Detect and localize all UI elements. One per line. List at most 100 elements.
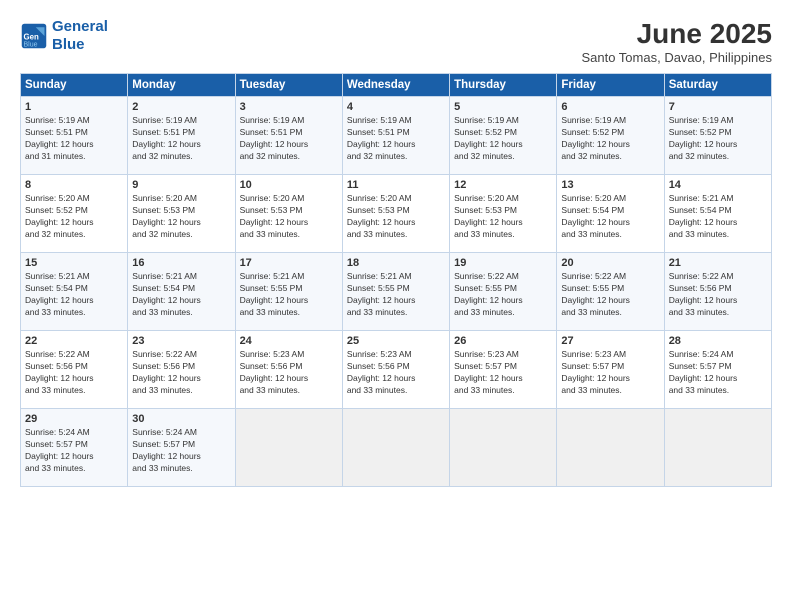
day-info-line: and 31 minutes.	[25, 151, 123, 163]
day-cell: 28Sunrise: 5:24 AMSunset: 5:57 PMDayligh…	[664, 331, 771, 409]
day-info-line: Daylight: 12 hours	[669, 295, 767, 307]
day-cell: 30Sunrise: 5:24 AMSunset: 5:57 PMDayligh…	[128, 409, 235, 487]
day-info-line: Daylight: 12 hours	[669, 139, 767, 151]
day-info-line: and 33 minutes.	[25, 307, 123, 319]
day-info-line: Daylight: 12 hours	[347, 373, 445, 385]
day-info-line: Sunset: 5:55 PM	[561, 283, 659, 295]
day-info-line: Sunset: 5:51 PM	[347, 127, 445, 139]
day-info-line: Sunset: 5:52 PM	[561, 127, 659, 139]
day-info-line: Sunrise: 5:21 AM	[132, 271, 230, 283]
day-info-line: Sunset: 5:55 PM	[347, 283, 445, 295]
day-info-line: Daylight: 12 hours	[454, 217, 552, 229]
logo: Gen Blue General Blue	[20, 18, 108, 54]
logo-text-blue: Blue	[52, 36, 108, 54]
week-row-5: 29Sunrise: 5:24 AMSunset: 5:57 PMDayligh…	[21, 409, 772, 487]
day-cell	[450, 409, 557, 487]
day-info-line: Daylight: 12 hours	[561, 217, 659, 229]
week-row-1: 1Sunrise: 5:19 AMSunset: 5:51 PMDaylight…	[21, 97, 772, 175]
day-info-line: Sunset: 5:51 PM	[240, 127, 338, 139]
day-cell: 24Sunrise: 5:23 AMSunset: 5:56 PMDayligh…	[235, 331, 342, 409]
day-info-line: Sunrise: 5:23 AM	[454, 349, 552, 361]
day-number: 14	[669, 179, 767, 191]
day-cell: 16Sunrise: 5:21 AMSunset: 5:54 PMDayligh…	[128, 253, 235, 331]
day-number: 27	[561, 335, 659, 347]
day-info-line: and 32 minutes.	[669, 151, 767, 163]
day-cell: 11Sunrise: 5:20 AMSunset: 5:53 PMDayligh…	[342, 175, 449, 253]
day-info-line: Daylight: 12 hours	[561, 139, 659, 151]
day-info-line: Sunset: 5:52 PM	[454, 127, 552, 139]
day-info-line: Daylight: 12 hours	[25, 295, 123, 307]
day-info-line: Sunrise: 5:19 AM	[25, 115, 123, 127]
day-info-line: Sunset: 5:52 PM	[25, 205, 123, 217]
day-info-line: Daylight: 12 hours	[25, 373, 123, 385]
day-info-line: Daylight: 12 hours	[669, 373, 767, 385]
day-info-line: Daylight: 12 hours	[25, 139, 123, 151]
day-info-line: Sunrise: 5:20 AM	[132, 193, 230, 205]
day-info-line: Daylight: 12 hours	[669, 217, 767, 229]
day-number: 3	[240, 101, 338, 113]
day-info-line: and 33 minutes.	[669, 229, 767, 241]
svg-text:Gen: Gen	[24, 33, 39, 42]
day-cell: 19Sunrise: 5:22 AMSunset: 5:55 PMDayligh…	[450, 253, 557, 331]
day-info-line: and 33 minutes.	[25, 385, 123, 397]
header-row: SundayMondayTuesdayWednesdayThursdayFrid…	[21, 74, 772, 97]
day-info-line: Sunrise: 5:22 AM	[561, 271, 659, 283]
day-cell: 27Sunrise: 5:23 AMSunset: 5:57 PMDayligh…	[557, 331, 664, 409]
day-info-line: and 33 minutes.	[454, 307, 552, 319]
day-cell: 4Sunrise: 5:19 AMSunset: 5:51 PMDaylight…	[342, 97, 449, 175]
day-info-line: Sunrise: 5:20 AM	[454, 193, 552, 205]
day-info-line: Sunrise: 5:22 AM	[669, 271, 767, 283]
day-info-line: Daylight: 12 hours	[25, 217, 123, 229]
day-info-line: Daylight: 12 hours	[25, 451, 123, 463]
logo-icon: Gen Blue	[20, 22, 48, 50]
day-info-line: Daylight: 12 hours	[454, 139, 552, 151]
day-number: 13	[561, 179, 659, 191]
day-info-line: and 33 minutes.	[240, 307, 338, 319]
day-info-line: and 33 minutes.	[561, 385, 659, 397]
day-info-line: Sunset: 5:54 PM	[25, 283, 123, 295]
day-number: 22	[25, 335, 123, 347]
day-info-line: and 32 minutes.	[240, 151, 338, 163]
day-number: 1	[25, 101, 123, 113]
day-cell: 14Sunrise: 5:21 AMSunset: 5:54 PMDayligh…	[664, 175, 771, 253]
day-number: 23	[132, 335, 230, 347]
day-info-line: Daylight: 12 hours	[132, 217, 230, 229]
day-info-line: Sunset: 5:53 PM	[132, 205, 230, 217]
day-info-line: and 32 minutes.	[347, 151, 445, 163]
day-cell: 6Sunrise: 5:19 AMSunset: 5:52 PMDaylight…	[557, 97, 664, 175]
day-info-line: and 33 minutes.	[240, 229, 338, 241]
day-cell	[557, 409, 664, 487]
day-info-line: and 33 minutes.	[132, 307, 230, 319]
day-info-line: Daylight: 12 hours	[132, 373, 230, 385]
day-info-line: Sunset: 5:56 PM	[669, 283, 767, 295]
day-cell	[235, 409, 342, 487]
day-info-line: Sunrise: 5:19 AM	[669, 115, 767, 127]
day-info-line: and 33 minutes.	[454, 229, 552, 241]
col-header-wednesday: Wednesday	[342, 74, 449, 97]
day-cell: 1 Sunrise: 5:19 AMSunset: 5:51 PMDaylight…	[21, 97, 128, 175]
day-info-line: and 32 minutes.	[25, 229, 123, 241]
day-number: 30	[132, 413, 230, 425]
day-cell: 13Sunrise: 5:20 AMSunset: 5:54 PMDayligh…	[557, 175, 664, 253]
day-cell: 26Sunrise: 5:23 AMSunset: 5:57 PMDayligh…	[450, 331, 557, 409]
day-number: 7	[669, 101, 767, 113]
day-info-line: and 33 minutes.	[240, 385, 338, 397]
day-info-line: Daylight: 12 hours	[347, 295, 445, 307]
day-cell: 15Sunrise: 5:21 AMSunset: 5:54 PMDayligh…	[21, 253, 128, 331]
day-cell: 21Sunrise: 5:22 AMSunset: 5:56 PMDayligh…	[664, 253, 771, 331]
day-info-line: Daylight: 12 hours	[347, 217, 445, 229]
day-info-line: and 33 minutes.	[347, 229, 445, 241]
header: Gen Blue General Blue June 2025 Santo To…	[20, 18, 772, 65]
day-number: 2	[132, 101, 230, 113]
day-info-line: Sunset: 5:53 PM	[240, 205, 338, 217]
day-number: 25	[347, 335, 445, 347]
day-cell	[664, 409, 771, 487]
month-title: June 2025	[581, 18, 772, 50]
day-cell: 5Sunrise: 5:19 AMSunset: 5:52 PMDaylight…	[450, 97, 557, 175]
day-info-line: Sunrise: 5:19 AM	[561, 115, 659, 127]
day-cell: 9Sunrise: 5:20 AMSunset: 5:53 PMDaylight…	[128, 175, 235, 253]
day-number: 8	[25, 179, 123, 191]
day-cell: 23Sunrise: 5:22 AMSunset: 5:56 PMDayligh…	[128, 331, 235, 409]
day-info-line: Sunset: 5:51 PM	[25, 127, 123, 139]
day-cell: 3Sunrise: 5:19 AMSunset: 5:51 PMDaylight…	[235, 97, 342, 175]
